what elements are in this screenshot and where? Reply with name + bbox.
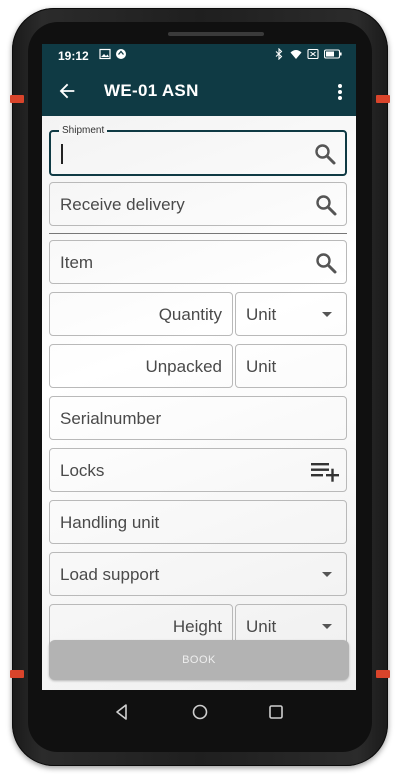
chevron-down-icon <box>322 624 332 629</box>
side-accent-left-bottom <box>10 670 24 678</box>
form-content: Shipment Receive delivery Item Quantity … <box>42 116 356 690</box>
unpacked-unit-label: Unit <box>246 357 277 376</box>
search-icon[interactable] <box>313 142 337 166</box>
battery-icon <box>324 49 342 59</box>
wifi-icon <box>290 50 302 59</box>
no-sim-icon <box>307 48 319 60</box>
more-vert-icon[interactable] <box>330 78 350 106</box>
height-label: Height <box>172 617 222 636</box>
locks-field[interactable]: Locks <box>49 448 347 492</box>
handling-unit-label: Handling unit <box>60 513 160 532</box>
image-icon <box>99 48 111 60</box>
chevron-down-icon <box>322 312 332 317</box>
status-time: 19:12 <box>58 49 89 63</box>
load-support-select[interactable]: Load support <box>49 552 347 596</box>
notification-icon <box>116 49 126 59</box>
item-field[interactable]: Item <box>49 240 347 284</box>
status-bar: 19:12 <box>42 44 356 68</box>
serialnumber-label: Serialnumber <box>60 409 162 428</box>
serialnumber-field[interactable]: Serialnumber <box>49 396 347 440</box>
page-title: WE-01 ASN <box>104 81 199 100</box>
back-arrow-icon[interactable] <box>56 80 78 102</box>
height-unit-label: Unit <box>246 617 277 636</box>
side-accent-right-top <box>376 95 390 103</box>
quantity-label: Quantity <box>158 305 222 324</box>
quantity-unit-label: Unit <box>246 305 277 324</box>
chevron-down-icon <box>322 572 332 577</box>
unpacked-field[interactable]: Unpacked <box>49 344 233 388</box>
side-accent-left-top <box>10 95 24 103</box>
shipment-label: Shipment <box>59 125 108 136</box>
quantity-field[interactable]: Quantity <box>49 292 233 336</box>
shipment-field[interactable]: Shipment <box>49 125 347 176</box>
device-screen: 19:12 WE-01 ASN Shipment Receive deliver… <box>42 44 356 690</box>
status-left-icons <box>99 48 127 60</box>
receive-delivery-label: Receive delivery <box>60 195 185 214</box>
locks-label: Locks <box>60 461 105 480</box>
bluetooth-icon <box>275 48 283 60</box>
receive-delivery-field[interactable]: Receive delivery <box>49 182 347 226</box>
nav-recents-icon[interactable] <box>266 702 286 722</box>
navigation-bar <box>56 694 344 734</box>
search-icon[interactable] <box>314 193 338 217</box>
unpacked-label: Unpacked <box>145 357 222 376</box>
unpacked-unit-field: Unit <box>235 344 347 388</box>
side-accent-right-bottom <box>376 670 390 678</box>
load-support-label: Load support <box>60 565 160 584</box>
handling-unit-field[interactable]: Handling unit <box>49 500 347 544</box>
quantity-unit-select[interactable]: Unit <box>235 292 347 336</box>
search-icon[interactable] <box>314 251 338 275</box>
status-right-icons <box>273 48 342 60</box>
item-label: Item <box>60 253 94 272</box>
section-divider <box>49 233 347 234</box>
text-cursor <box>61 144 63 164</box>
playlist-add-icon[interactable] <box>310 459 340 483</box>
book-button[interactable]: BOOK <box>49 640 349 680</box>
nav-home-icon[interactable] <box>190 702 210 722</box>
speaker-grille <box>168 32 264 36</box>
app-bar: WE-01 ASN <box>42 68 356 116</box>
nav-back-icon[interactable] <box>112 702 132 722</box>
